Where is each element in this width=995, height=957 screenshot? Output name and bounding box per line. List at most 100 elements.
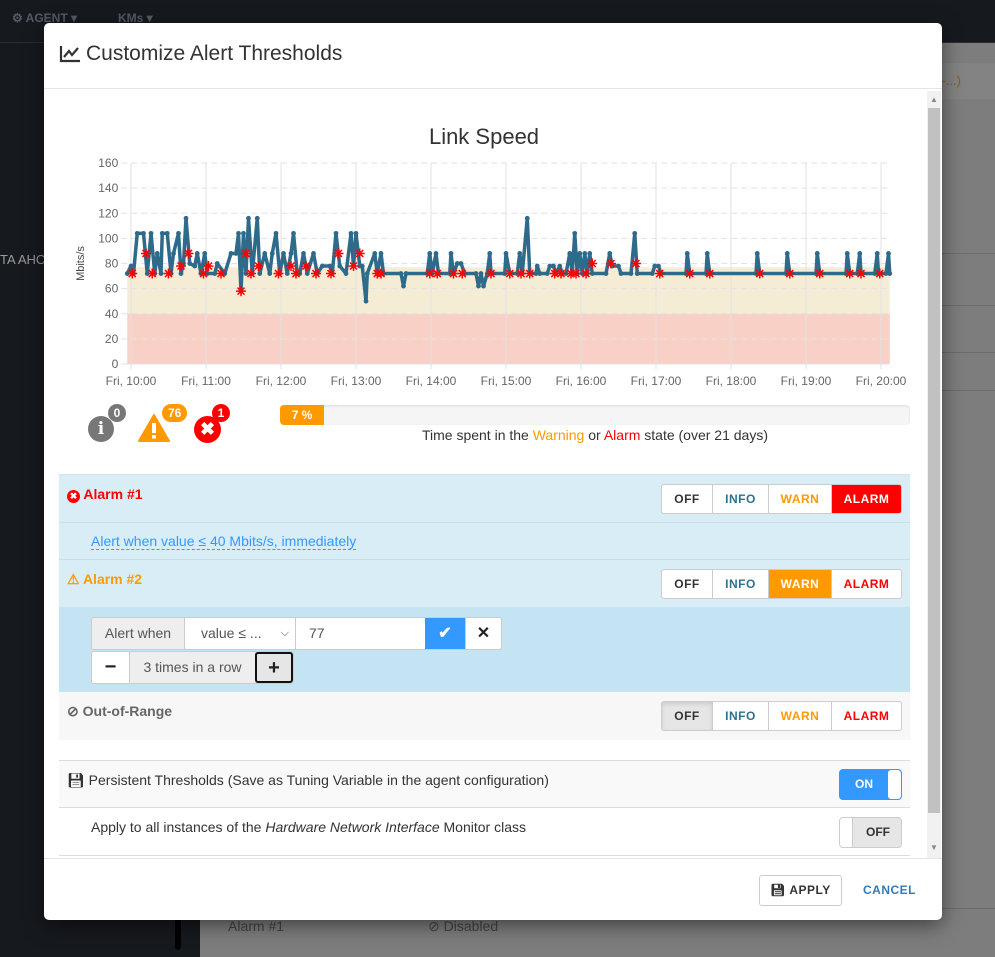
background-text: TA AHO xyxy=(0,252,46,267)
info-icon: i xyxy=(88,416,114,442)
link-speed-chart: Link Speed 0 20 40 60 80 100 120 140 160 Fri, 10:0… xyxy=(75,124,907,388)
data-point xyxy=(754,251,760,256)
data-point xyxy=(363,298,369,304)
data-point xyxy=(534,263,540,269)
caption-warning: Warning xyxy=(532,427,585,443)
dialog-title: Customize Alert Thresholds xyxy=(86,42,343,65)
confirm-check-button[interactable]: ✔ xyxy=(425,618,465,649)
data-point xyxy=(343,271,349,276)
y-tick-label: 20 xyxy=(105,332,119,346)
scroll-up-icon[interactable]: ▲ xyxy=(930,95,938,104)
alarm2-title: ⚠ Alarm #2 xyxy=(67,571,142,588)
oor-warn-button[interactable]: WARN xyxy=(768,702,831,730)
data-point xyxy=(233,251,239,256)
alarm2-off-button[interactable]: OFF xyxy=(662,570,712,598)
x-tick-label: Fri, 10:00 xyxy=(106,374,157,388)
x-tick-label: Fri, 15:00 xyxy=(481,374,532,388)
scrollbar-thumb[interactable] xyxy=(928,108,940,813)
apply-all-suffix: Monitor class xyxy=(439,819,526,835)
data-point xyxy=(481,283,486,289)
cancel-button[interactable]: CANCEL xyxy=(863,883,916,897)
alarm2-title-text: Alarm #2 xyxy=(82,571,143,587)
warning-triangle-icon: ⚠ xyxy=(67,571,80,587)
oor-off-button[interactable]: OFF xyxy=(662,702,712,730)
repeat-count-label: 3 times in a row xyxy=(130,652,255,683)
data-point xyxy=(148,230,154,236)
apply-all-row: Apply to all instances of the Hardware N… xyxy=(59,808,910,856)
warning-counter[interactable]: 76 xyxy=(138,404,188,442)
scroll-down-icon[interactable]: ▼ xyxy=(930,843,938,852)
alarm1-description-link[interactable]: Alert when value ≤ 40 Mbits/s, immediate… xyxy=(91,533,357,550)
oor-alarm-button[interactable]: ALARM xyxy=(831,702,901,730)
data-point xyxy=(154,251,160,256)
data-point xyxy=(301,251,306,256)
alert-marker xyxy=(631,258,641,269)
alarm2-alarm-button[interactable]: ALARM xyxy=(831,570,901,598)
footer-divider xyxy=(44,858,942,859)
alarm1-alarm-button[interactable]: ALARM xyxy=(831,485,901,513)
scrollbar[interactable]: ▲ ▼ xyxy=(927,91,941,858)
data-point xyxy=(487,251,493,256)
data-point xyxy=(267,271,273,276)
threshold-value-input[interactable]: 77 xyxy=(296,618,425,649)
persistent-toggle[interactable]: ON xyxy=(839,769,902,800)
data-point xyxy=(228,251,234,256)
alarm2-info-button[interactable]: INFO xyxy=(712,570,768,598)
time-in-state-progress: 7 % xyxy=(280,405,910,425)
data-point xyxy=(427,251,433,256)
data-point xyxy=(353,230,359,236)
ban-icon: ⊘ xyxy=(67,703,79,719)
floppy-disk-icon: 💾︎ xyxy=(770,883,786,897)
x-tick-label: Fri, 19:00 xyxy=(781,374,832,388)
data-point xyxy=(524,215,530,221)
data-point xyxy=(478,271,484,276)
apply-button[interactable]: 💾︎ APPLY xyxy=(759,875,842,906)
data-point xyxy=(141,230,146,236)
alarm2-warn-button[interactable]: WARN xyxy=(768,570,831,598)
alarm1-info-button[interactable]: INFO xyxy=(712,485,768,513)
data-point xyxy=(632,230,638,236)
y-tick-label: 100 xyxy=(98,231,118,245)
alarm1-warn-button[interactable]: WARN xyxy=(768,485,831,513)
toggle-state: OFF xyxy=(866,825,890,839)
data-point xyxy=(359,263,365,269)
apply-all-toggle[interactable]: OFF xyxy=(839,817,902,848)
decrement-button[interactable]: − xyxy=(92,652,130,683)
data-point xyxy=(159,230,165,236)
data-point xyxy=(448,251,454,256)
increment-button[interactable]: + xyxy=(255,652,293,683)
info-counter[interactable]: i 0 xyxy=(88,404,126,442)
data-point xyxy=(284,271,290,276)
data-point xyxy=(236,230,241,236)
data-point xyxy=(158,271,164,276)
y-tick-label: 140 xyxy=(98,181,118,195)
alarm2-editor: Alert when value ≤ ... ⌵ 77 ✔ ✕ − 3 times… xyxy=(59,607,910,692)
y-tick-label: 160 xyxy=(98,156,118,170)
oor-info-button[interactable]: INFO xyxy=(712,702,768,730)
alarm1-title-text: Alarm #1 xyxy=(83,486,143,502)
out-of-range-header: ⊘ Out-of-Range OFF INFO WARN ALARM xyxy=(59,692,910,740)
data-point xyxy=(288,251,294,256)
alarm1-header: ✖ Alarm #1 OFF INFO WARN ALARM xyxy=(59,474,910,522)
data-point xyxy=(517,251,523,256)
customize-thresholds-dialog: Customize Alert Thresholds ▲ ▼ Link Spee… xyxy=(44,23,942,920)
data-point xyxy=(164,230,170,236)
data-point xyxy=(476,283,481,289)
x-tick-label: Fri, 20:00 xyxy=(856,374,907,388)
alarm-counter[interactable]: ✖ 1 xyxy=(194,404,230,444)
alarm1-level-group: OFF INFO WARN ALARM xyxy=(661,484,902,514)
alarm-count-badge: 1 xyxy=(212,404,230,422)
data-point xyxy=(433,251,439,256)
background-row-status: ⊘ Disabled xyxy=(428,918,499,934)
data-point xyxy=(537,271,543,276)
operator-select[interactable]: value ≤ ... ⌵ xyxy=(185,618,296,649)
data-point xyxy=(269,251,275,256)
alarm1-off-button[interactable]: OFF xyxy=(662,485,712,513)
chart-container: Link Speed 0 20 40 60 80 100 120 140 160 Fri, 10:0… xyxy=(60,120,910,400)
cancel-x-button[interactable]: ✕ xyxy=(465,618,501,649)
x-tick-label: Fri, 12:00 xyxy=(256,374,307,388)
background-status-text: Disabled xyxy=(443,918,499,934)
data-point xyxy=(171,251,176,256)
data-point xyxy=(844,251,850,256)
data-point xyxy=(187,261,193,266)
